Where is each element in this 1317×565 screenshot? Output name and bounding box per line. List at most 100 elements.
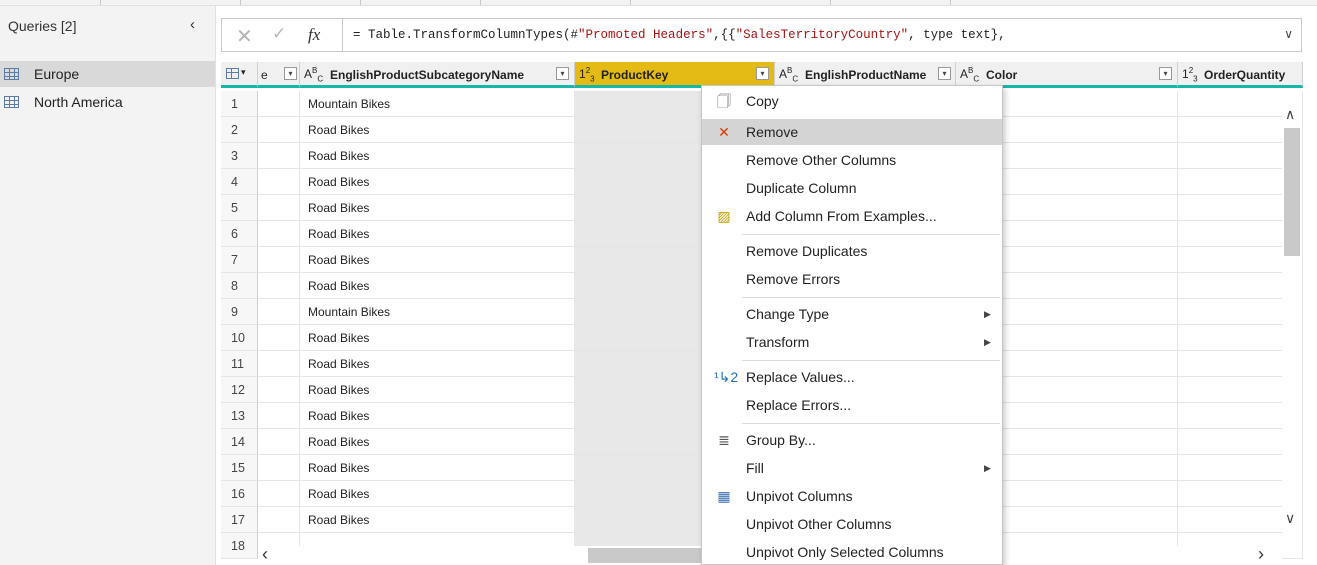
table-cell[interactable] (258, 169, 300, 195)
menu-item-remove[interactable]: ✕ Remove (702, 119, 1002, 145)
table-cell[interactable] (258, 455, 300, 481)
menu-item-change-type[interactable]: Change Type ▶ (702, 301, 1002, 327)
table-cell[interactable] (258, 195, 300, 221)
column-header-englishproductsubcategoryname[interactable]: ABC EnglishProductSubcategoryName ▾ (300, 62, 575, 88)
horizontal-scroll-thumb[interactable] (588, 548, 708, 563)
table-cell[interactable]: Road Bikes (300, 169, 575, 195)
table-cell[interactable]: Mountain Bikes (300, 299, 575, 325)
cancel-formula-icon[interactable]: ✕ (236, 24, 253, 49)
table-icon (4, 68, 19, 80)
table-cell[interactable] (258, 91, 300, 117)
menu-item-label: Remove Errors (746, 271, 841, 287)
query-item-europe[interactable]: Europe (0, 61, 215, 87)
row-number[interactable]: 13 (221, 403, 258, 429)
table-cell[interactable]: Road Bikes (300, 247, 575, 273)
expand-formula-icon[interactable]: ∨ (1284, 27, 1293, 41)
row-number[interactable]: 5 (221, 195, 258, 221)
menu-item-replace-errors[interactable]: Replace Errors... (702, 392, 1002, 418)
table-icon (226, 68, 239, 79)
column-header-e[interactable]: e ▾ (258, 62, 300, 88)
row-number[interactable]: 3 (221, 143, 258, 169)
table-cell[interactable] (258, 481, 300, 507)
column-filter-button[interactable]: ▾ (756, 67, 769, 80)
table-cell[interactable] (258, 299, 300, 325)
group-by-icon: ≣ (718, 432, 730, 448)
power-query-editor: Queries [2] ‹ Europe North America ✕ ✓ f… (0, 0, 1317, 565)
table-cell[interactable]: Road Bikes (300, 221, 575, 247)
row-number[interactable]: 11 (221, 351, 258, 377)
menu-item-replace-values[interactable]: ¹↳2 Replace Values... (702, 364, 1002, 390)
menu-item-remove-other-columns[interactable]: Remove Other Columns (702, 147, 1002, 173)
table-cell[interactable]: Road Bikes (300, 325, 575, 351)
menu-item-add-column-from-examples[interactable]: ▨ Add Column From Examples... (702, 203, 1002, 229)
row-number[interactable]: 10 (221, 325, 258, 351)
column-filter-button[interactable]: ▾ (938, 67, 951, 80)
row-number[interactable]: 17 (221, 507, 258, 533)
row-number[interactable]: 8 (221, 273, 258, 299)
row-number[interactable]: 15 (221, 455, 258, 481)
column-filter-button[interactable]: ▾ (1159, 67, 1172, 80)
formula-input[interactable]: = Table.TransformColumnTypes(#"Promoted … (353, 28, 1006, 42)
table-cell[interactable]: Road Bikes (300, 455, 575, 481)
table-cell[interactable]: Road Bikes (300, 481, 575, 507)
row-number[interactable]: 7 (221, 247, 258, 273)
table-cell[interactable]: Road Bikes (300, 143, 575, 169)
table-cell[interactable]: Road Bikes (300, 507, 575, 533)
row-number[interactable]: 1 (221, 91, 258, 117)
table-cell[interactable]: Road Bikes (300, 195, 575, 221)
menu-item-copy[interactable]: 🗍 Copy (702, 88, 1002, 114)
table-cell[interactable]: Road Bikes (300, 377, 575, 403)
query-item-label: Europe (34, 66, 80, 82)
row-number[interactable]: 16 (221, 481, 258, 507)
scroll-left-icon[interactable]: ‹ (262, 544, 268, 565)
table-cell[interactable]: Road Bikes (300, 429, 575, 455)
table-cell[interactable] (258, 273, 300, 299)
table-cell[interactable] (258, 247, 300, 273)
row-number[interactable]: 12 (221, 377, 258, 403)
column-header-orderquantity[interactable]: 123 OrderQuantity (1178, 62, 1303, 88)
table-cell[interactable] (258, 143, 300, 169)
column-filter-button[interactable]: ▾ (284, 67, 297, 80)
table-cell[interactable] (258, 221, 300, 247)
table-cell[interactable] (258, 403, 300, 429)
menu-item-fill[interactable]: Fill ▶ (702, 455, 1002, 481)
table-cell[interactable]: Road Bikes (300, 351, 575, 377)
menu-item-unpivot-other-columns[interactable]: Unpivot Other Columns (702, 511, 1002, 537)
menu-item-transform[interactable]: Transform ▶ (702, 329, 1002, 355)
menu-item-group-by[interactable]: ≣ Group By... (702, 427, 1002, 453)
menu-item-label: Replace Errors... (746, 397, 852, 413)
table-cell[interactable] (258, 351, 300, 377)
table-cell[interactable] (258, 429, 300, 455)
table-cell[interactable]: Road Bikes (300, 117, 575, 143)
menu-item-unpivot-only-selected-columns[interactable]: Unpivot Only Selected Columns (702, 539, 1002, 565)
fx-icon[interactable]: fx (308, 25, 320, 45)
scroll-down-icon[interactable]: ∨ (1285, 510, 1295, 527)
menu-item-remove-errors[interactable]: Remove Errors (702, 266, 1002, 292)
row-number[interactable]: 4 (221, 169, 258, 195)
vertical-scroll-thumb[interactable] (1284, 128, 1300, 256)
table-cell[interactable] (258, 325, 300, 351)
menu-item-duplicate-column[interactable]: Duplicate Column (702, 175, 1002, 201)
table-corner-menu[interactable]: ▾ (221, 62, 258, 88)
vertical-scrollbar[interactable]: ∧ ∨ (1282, 92, 1302, 540)
scroll-right-icon[interactable]: › (1258, 544, 1264, 565)
scroll-up-icon[interactable]: ∧ (1285, 106, 1295, 123)
copy-icon: 🗍 (717, 93, 731, 109)
row-number[interactable]: 18 (221, 533, 258, 559)
table-cell[interactable] (258, 117, 300, 143)
query-item-north-america[interactable]: North America (0, 89, 215, 115)
table-cell[interactable]: Road Bikes (300, 403, 575, 429)
row-number[interactable]: 9 (221, 299, 258, 325)
menu-item-unpivot-columns[interactable]: ▦ Unpivot Columns (702, 483, 1002, 509)
row-number[interactable]: 2 (221, 117, 258, 143)
menu-item-remove-duplicates[interactable]: Remove Duplicates (702, 238, 1002, 264)
collapse-pane-icon[interactable]: ‹ (190, 16, 195, 33)
column-filter-button[interactable]: ▾ (556, 67, 569, 80)
confirm-formula-icon[interactable]: ✓ (272, 24, 286, 44)
table-cell[interactable]: Mountain Bikes (300, 91, 575, 117)
row-number[interactable]: 14 (221, 429, 258, 455)
row-number[interactable]: 6 (221, 221, 258, 247)
table-cell[interactable] (258, 507, 300, 533)
table-cell[interactable]: Road Bikes (300, 273, 575, 299)
table-cell[interactable] (258, 377, 300, 403)
